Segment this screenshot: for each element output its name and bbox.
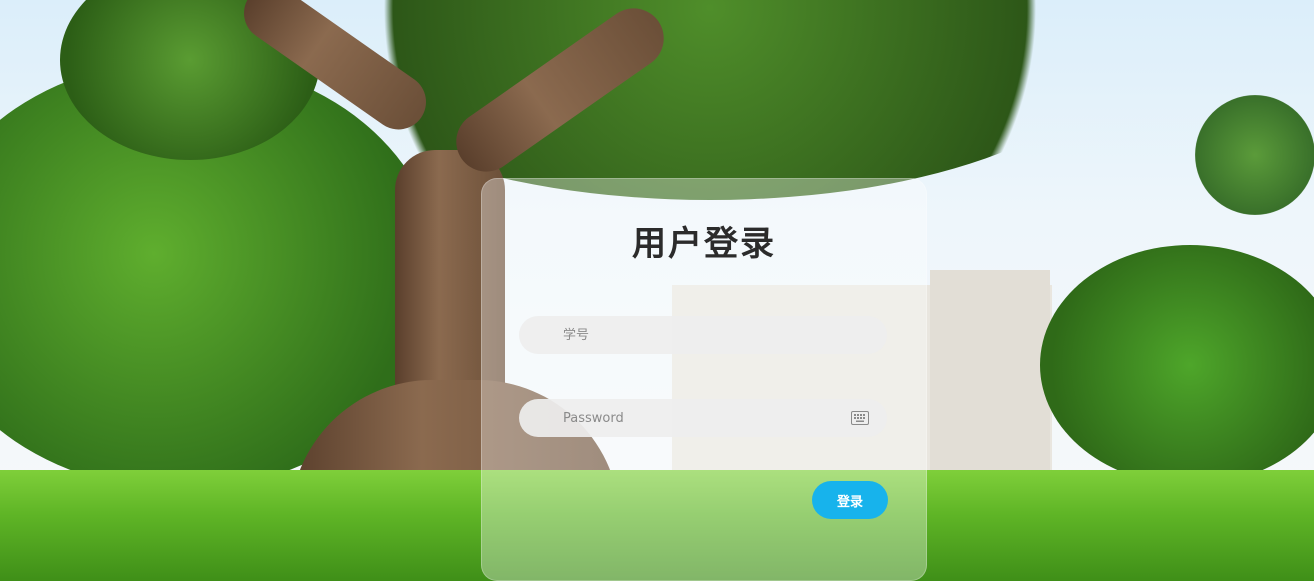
login-title: 用户登录 [632, 224, 776, 264]
student-id-input[interactable] [563, 316, 833, 354]
password-field[interactable] [519, 399, 887, 437]
palm-tree [1195, 95, 1314, 215]
login-panel: 用户登录 登录 [481, 178, 927, 581]
password-input[interactable] [563, 399, 833, 437]
login-button[interactable]: 登录 [812, 481, 888, 519]
campus-building-tower [930, 270, 1050, 470]
keyboard-icon[interactable] [851, 411, 869, 425]
student-id-field[interactable] [519, 316, 887, 354]
